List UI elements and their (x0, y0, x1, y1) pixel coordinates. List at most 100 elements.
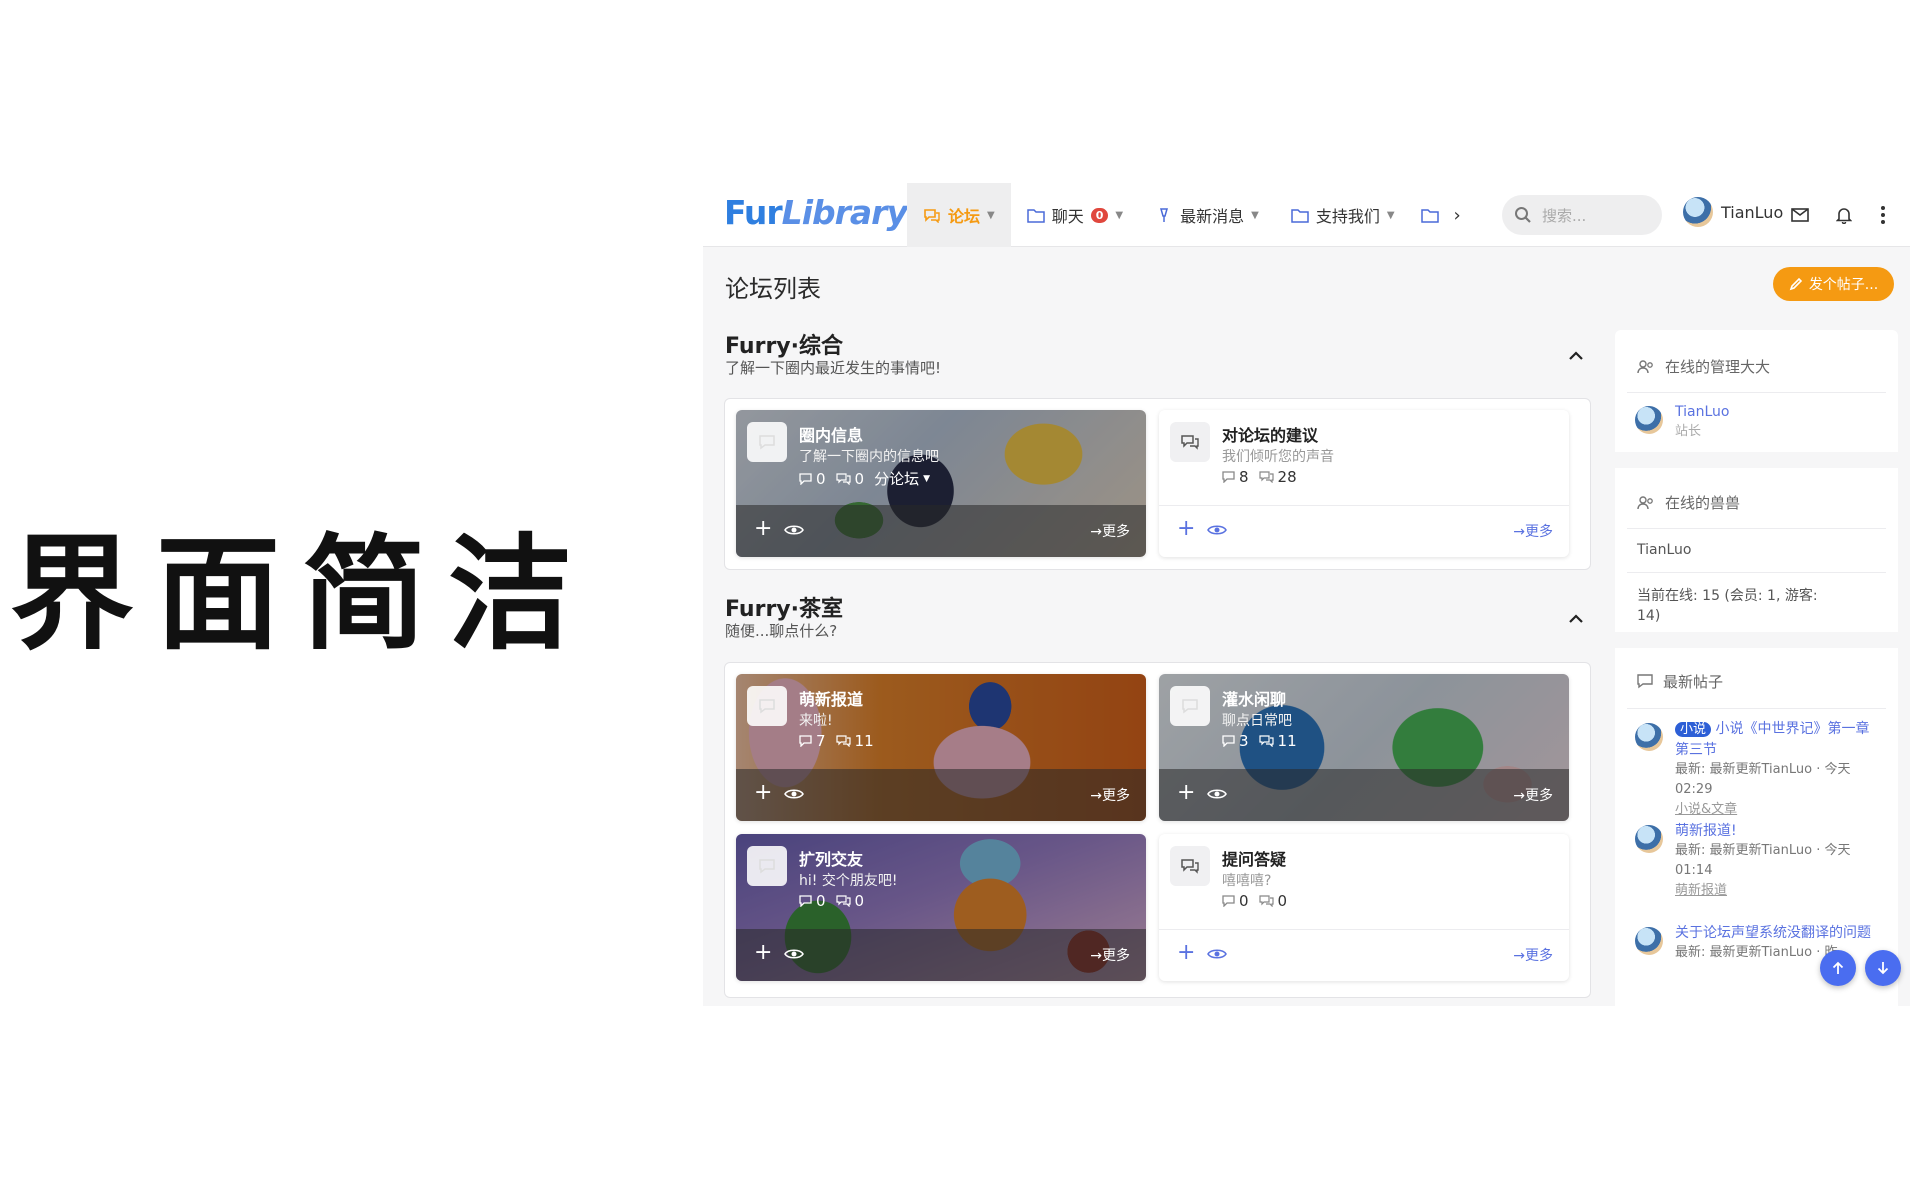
online-admins-heading: 在线的管理大大 (1637, 356, 1770, 377)
forum-description: 聊点日常吧 (1222, 713, 1292, 729)
new-post-label: 发个帖子... (1808, 277, 1879, 293)
more-label: 更多 (1525, 948, 1553, 964)
post-title-link[interactable]: 萌新报道! (1675, 821, 1875, 841)
forum-card[interactable]: 萌新报道 来啦! 7 11 + →更多 (736, 674, 1146, 821)
post-meta: 最新: 最新更新TianLuo · 今天 02:29 (1675, 762, 1851, 797)
chevron-down-icon: ▼ (1115, 209, 1124, 221)
category-subtitle: 了解一下圈内最近发生的事情吧! (725, 359, 942, 377)
more-link[interactable]: →更多 (1090, 785, 1130, 805)
avatar[interactable] (1635, 825, 1663, 853)
forum-name[interactable]: 扩列交友 (799, 846, 863, 870)
forum-stats: 0 0 (1222, 892, 1287, 910)
more-link[interactable]: →更多 (1090, 521, 1130, 541)
plus-icon[interactable]: + (1177, 942, 1195, 964)
chat-bubble-icon (747, 846, 787, 886)
collapse-icon[interactable] (1568, 609, 1588, 629)
site-logo[interactable]: FurLibrary (724, 193, 908, 232)
plus-icon[interactable]: + (754, 518, 772, 540)
post-category-link[interactable]: 小说&文章 (1675, 800, 1875, 820)
avatar[interactable] (1635, 723, 1663, 751)
plus-icon[interactable]: + (754, 782, 772, 804)
more-link[interactable]: →更多 (1513, 945, 1553, 965)
forum-card[interactable]: 对论坛的建议 我们倾听您的声音 8 28 + →更多 (1159, 410, 1569, 557)
more-link[interactable]: →更多 (1090, 945, 1130, 965)
forum-name[interactable]: 提问答疑 (1222, 846, 1286, 870)
chat-bubbles-icon (1170, 846, 1210, 886)
scroll-top-button[interactable] (1820, 950, 1856, 986)
forum-name[interactable]: 萌新报道 (799, 686, 863, 710)
chat-bubble-icon (747, 686, 787, 726)
nav-forum[interactable]: 论坛 ▼ (907, 183, 1011, 247)
category-title[interactable]: Furry·综合 (725, 328, 843, 360)
post-tag[interactable]: 小说 (1675, 722, 1712, 737)
plus-icon[interactable]: + (754, 942, 772, 964)
chevron-down-icon: ▼ (987, 209, 995, 221)
eye-icon[interactable] (1207, 786, 1227, 805)
reply-icon (835, 472, 851, 485)
post-meta: 最新: 最新更新TianLuo · 今天 01:14 (1675, 843, 1851, 878)
forum-card[interactable]: 提问答疑 嘻嘻嘻? 0 0 + →更多 (1159, 834, 1569, 981)
post-count: 0 (816, 892, 826, 910)
post-count: 0 (816, 469, 826, 488)
chat-bubbles-icon (1170, 422, 1210, 462)
folder-icon (1026, 208, 1045, 223)
admin-role: 站长 (1675, 424, 1702, 439)
nav-news[interactable]: 最新消息 ▼ (1139, 183, 1275, 247)
forum-stats: 0 0 (799, 892, 864, 910)
admin-name[interactable]: TianLuo (1675, 402, 1729, 422)
post-title-link[interactable]: 小说 小说《中世界记》第一章第三节 (1675, 719, 1875, 760)
more-link[interactable]: →更多 (1513, 785, 1553, 805)
post-icon (1222, 735, 1235, 747)
more-label: 更多 (1102, 948, 1130, 964)
unread-badge: 0 (1090, 207, 1109, 223)
post-icon (799, 472, 812, 485)
post-category-link[interactable]: 萌新报道 (1675, 881, 1875, 901)
online-user-link[interactable]: TianLuo (1637, 540, 1691, 560)
forum-name[interactable]: 圈内信息 (799, 422, 863, 446)
eye-icon[interactable] (784, 786, 804, 805)
nav-support[interactable]: 支持我们 ▼ (1275, 183, 1411, 247)
reply-count: 0 (1277, 892, 1288, 910)
more-link[interactable]: →更多 (1513, 521, 1553, 541)
forum-card[interactable]: 灌水闲聊 聊点日常吧 3 11 + →更多 (1159, 674, 1569, 821)
search-input[interactable]: 搜索... (1502, 195, 1662, 235)
search-placeholder: 搜索... (1542, 206, 1587, 225)
forum-description: hi! 交个朋友吧! (799, 873, 898, 889)
folder-icon (1291, 208, 1309, 223)
forum-stats: 0 0 分论坛 ▼ (799, 468, 930, 489)
bell-icon[interactable] (1832, 203, 1856, 227)
eye-icon[interactable] (1207, 522, 1227, 541)
plus-icon[interactable]: + (1177, 782, 1195, 804)
folder-icon (1420, 208, 1439, 223)
chevron-right-icon[interactable]: › (1454, 205, 1461, 226)
nav-overflow[interactable]: › (1411, 183, 1471, 247)
top-navbar: FurLibrary 论坛 ▼ 聊天 0 ▼ 最新消息 ▼ 支持我们 ▼ › 搜… (703, 183, 1910, 247)
new-post-button[interactable]: 发个帖子... (1773, 267, 1894, 301)
eye-icon[interactable] (784, 522, 804, 541)
user-menu[interactable]: TianLuo (1683, 197, 1783, 227)
eye-icon[interactable] (1207, 946, 1227, 965)
plus-icon[interactable]: + (1177, 518, 1195, 540)
category-title[interactable]: Furry·茶室 (725, 591, 843, 623)
nav-chat[interactable]: 聊天 0 ▼ (1011, 183, 1139, 247)
avatar[interactable] (1635, 927, 1663, 955)
eye-icon[interactable] (784, 946, 804, 965)
online-admins-title: 在线的管理大大 (1665, 358, 1771, 376)
forum-name[interactable]: 对论坛的建议 (1222, 422, 1318, 446)
avatar[interactable] (1635, 406, 1663, 434)
post-icon (799, 735, 812, 747)
forum-card[interactable]: 圈内信息 了解一下圈内的信息吧 0 0 分论坛 ▼ + →更多 (736, 410, 1146, 557)
mail-icon[interactable] (1788, 203, 1812, 227)
avatar (1683, 197, 1713, 227)
forum-name[interactable]: 灌水闲聊 (1222, 686, 1286, 710)
subforum-dropdown[interactable]: 分论坛 ▼ (874, 468, 930, 489)
scroll-bottom-button[interactable] (1865, 950, 1901, 986)
nav-news-label: 最新消息 (1180, 207, 1245, 226)
collapse-icon[interactable] (1568, 346, 1588, 366)
forum-description: 嘻嘻嘻? (1222, 873, 1272, 889)
reply-icon (1258, 895, 1274, 907)
chevron-down-icon: ▼ (1386, 209, 1395, 221)
forum-card[interactable]: 扩列交友 hi! 交个朋友吧! 0 0 + →更多 (736, 834, 1146, 981)
post-title-link[interactable]: 关于论坛声望系统没翻译的问题 (1675, 923, 1875, 943)
more-vertical-icon[interactable] (1871, 203, 1895, 227)
